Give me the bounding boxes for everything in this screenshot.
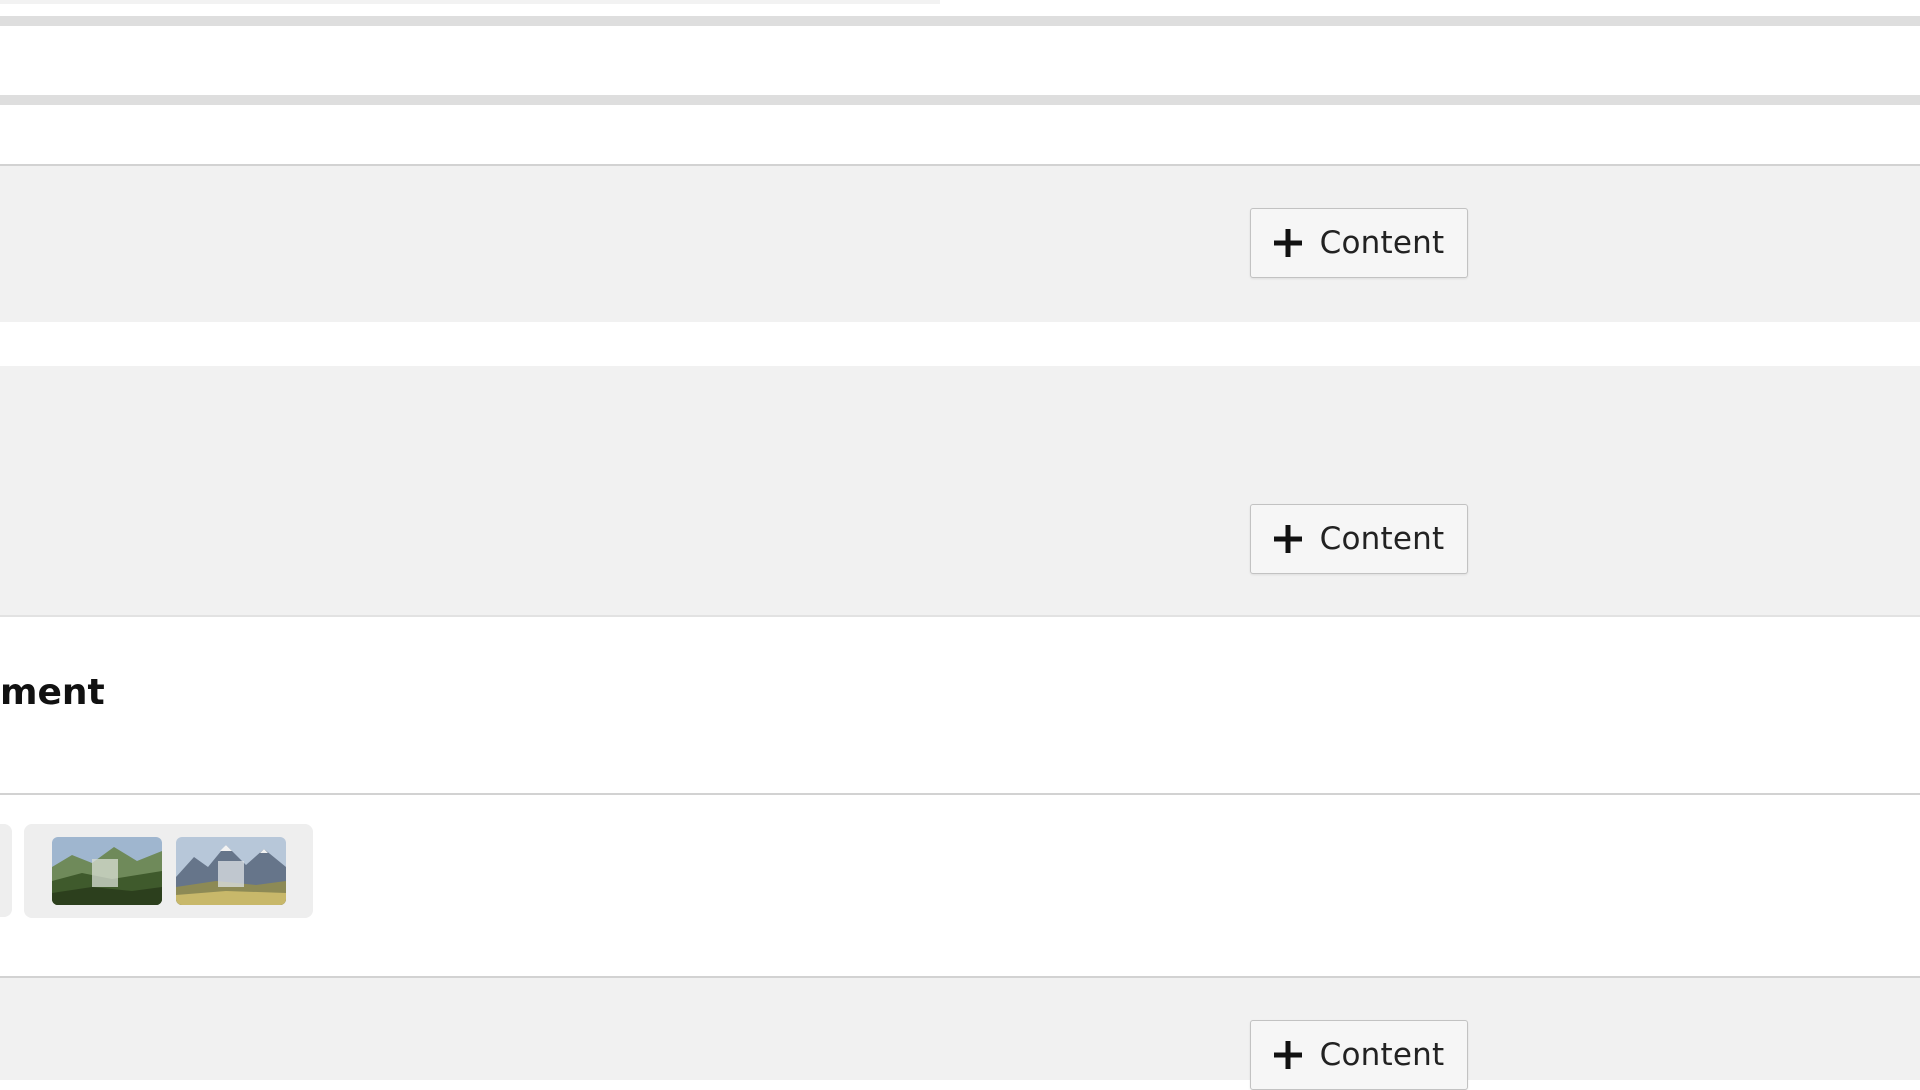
landscape-mountain-icon bbox=[176, 837, 286, 905]
top-strip bbox=[0, 0, 940, 4]
add-content-button[interactable]: Content bbox=[1250, 504, 1468, 574]
divider bbox=[0, 95, 1920, 105]
divider bbox=[0, 16, 1920, 26]
content-area: Content bbox=[0, 366, 1920, 616]
divider bbox=[0, 615, 1920, 617]
add-content-button[interactable]: Content bbox=[1250, 208, 1468, 278]
element-title: ment bbox=[0, 672, 105, 713]
image-thumbnail[interactable] bbox=[52, 837, 162, 905]
add-content-label: Content bbox=[1319, 521, 1445, 557]
image-thumbnail[interactable] bbox=[176, 837, 286, 905]
landscape-green-icon bbox=[52, 837, 162, 905]
add-content-label: Content bbox=[1319, 1037, 1445, 1073]
divider bbox=[0, 793, 1920, 795]
thumbnail-group bbox=[0, 824, 12, 917]
add-content-label: Content bbox=[1319, 225, 1445, 261]
thumbnail-group bbox=[24, 824, 313, 918]
plus-icon bbox=[1273, 525, 1302, 553]
content-area: Content bbox=[0, 978, 1920, 1090]
plus-icon bbox=[1273, 1041, 1302, 1069]
content-area: Content bbox=[0, 166, 1920, 322]
plus-icon bbox=[1273, 229, 1302, 257]
